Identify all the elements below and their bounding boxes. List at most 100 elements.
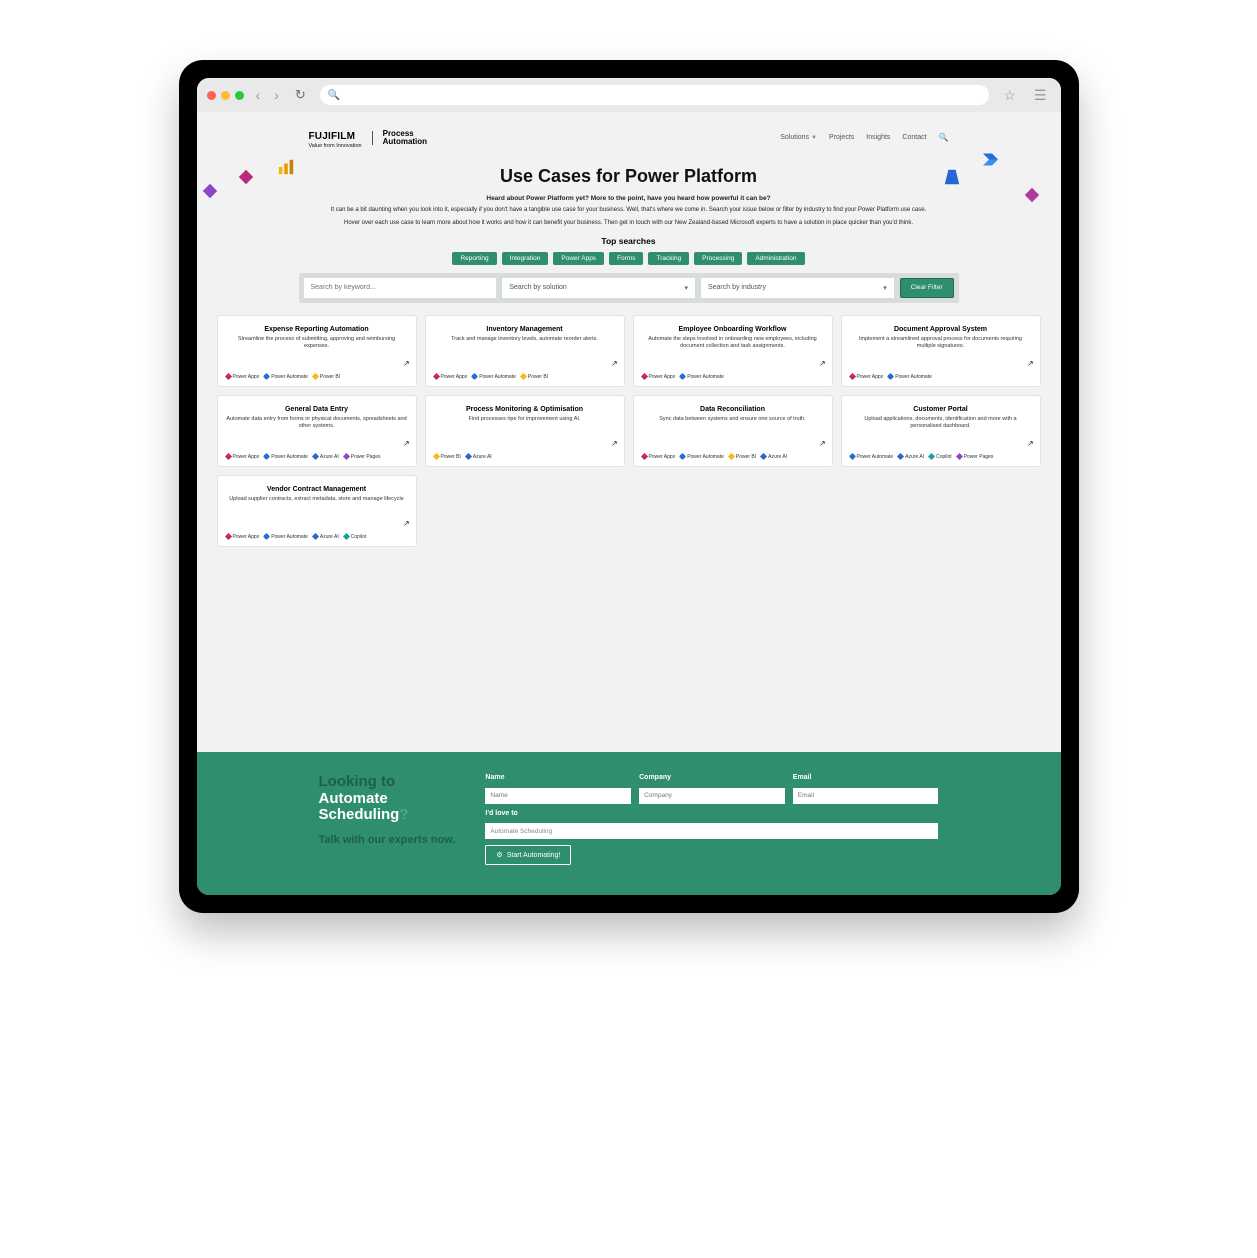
- co-icon: [343, 533, 350, 540]
- usecase-card[interactable]: Vendor Contract ManagementUpload supplie…: [217, 475, 417, 547]
- tag-pa: Power Apps: [850, 374, 884, 380]
- card-desc: Find processes ripe for improvement usin…: [434, 416, 616, 423]
- pa-icon: [848, 373, 855, 380]
- window-controls[interactable]: [207, 91, 244, 100]
- clear-filter-button[interactable]: Clear Filter: [900, 278, 954, 298]
- card-desc: Upload supplier contracts, extract metad…: [226, 496, 408, 503]
- hero-p1: It can be a bit daunting when you look i…: [309, 206, 949, 215]
- azure-float-icon: [943, 168, 961, 186]
- chip-power-apps[interactable]: Power Apps: [553, 252, 604, 265]
- email-label: Email: [793, 774, 939, 781]
- usecase-card[interactable]: Employee Onboarding WorkflowAutomate the…: [633, 315, 833, 387]
- card-tags: Power AppsPower Automate: [642, 374, 824, 380]
- tag-pa: Power Apps: [642, 454, 676, 460]
- chip-integration[interactable]: Integration: [502, 252, 549, 265]
- usecase-card[interactable]: Data ReconciliationSync data between sys…: [633, 395, 833, 467]
- au-icon: [263, 373, 270, 380]
- tag-bi: Power BI: [313, 374, 340, 380]
- tag-az: Azure AI: [898, 454, 924, 460]
- brand-main: FUJIFILM: [309, 131, 356, 142]
- cursor-icon: ↖: [1027, 359, 1034, 368]
- back-button[interactable]: ‹: [254, 87, 263, 103]
- cursor-icon: ↖: [611, 439, 618, 448]
- pa-icon: [640, 373, 647, 380]
- close-dot-icon[interactable]: [207, 91, 216, 100]
- chevron-down-icon: ▾: [883, 284, 887, 292]
- cta-section: Looking to Automate Scheduling? Talk wit…: [197, 752, 1061, 895]
- screen: ‹ › ↻ 🔍 ☆ ☰ FUJIFILM Value f: [197, 78, 1061, 895]
- forward-button[interactable]: ›: [272, 87, 281, 103]
- az-icon: [312, 533, 319, 540]
- brand-divider: [372, 131, 373, 145]
- usecase-card[interactable]: Inventory ManagementTrack and manage inv…: [425, 315, 625, 387]
- maximize-dot-icon[interactable]: [235, 91, 244, 100]
- chip-processing[interactable]: Processing: [694, 252, 742, 265]
- bi-icon: [312, 373, 319, 380]
- nav-search-icon[interactable]: 🔍: [939, 133, 949, 142]
- minimize-dot-icon[interactable]: [221, 91, 230, 100]
- reload-button[interactable]: ↻: [291, 87, 310, 103]
- card-title: Inventory Management: [434, 326, 616, 333]
- chip-tracking[interactable]: Tracking: [648, 252, 689, 265]
- usecase-card[interactable]: Document Approval SystemImplement a stre…: [841, 315, 1041, 387]
- tag-au: Power Automate: [888, 374, 932, 380]
- chip-reporting[interactable]: Reporting: [452, 252, 496, 265]
- start-automating-button[interactable]: ⚙ Start Automating!: [485, 845, 571, 865]
- nav-contact[interactable]: Contact: [902, 134, 926, 141]
- tag-pa: Power Apps: [226, 374, 260, 380]
- tag-az: Azure AI: [466, 454, 492, 460]
- solution-select[interactable]: Search by solution ▾: [502, 278, 695, 298]
- power-automate-float-icon: [983, 152, 1001, 170]
- page-title: Use Cases for Power Platform: [309, 166, 949, 187]
- chip-forms[interactable]: Forms: [609, 252, 643, 265]
- card-tags: Power AppsPower AutomatePower BI: [434, 374, 616, 380]
- hamburger-icon[interactable]: ☰: [1030, 87, 1051, 104]
- pa-icon: [432, 373, 439, 380]
- co-icon: [928, 453, 935, 460]
- cursor-icon: ↖: [403, 359, 410, 368]
- tag-bi: Power BI: [434, 454, 461, 460]
- card-title: Expense Reporting Automation: [226, 326, 408, 333]
- chip-administration[interactable]: Administration: [747, 252, 804, 265]
- tag-co: Copilot: [929, 454, 952, 460]
- usecase-card[interactable]: Expense Reporting AutomationStreamline t…: [217, 315, 417, 387]
- nav-projects[interactable]: Projects: [829, 134, 854, 141]
- bi-icon: [728, 453, 735, 460]
- tag-au: Power Automate: [264, 454, 308, 460]
- az-icon: [897, 453, 904, 460]
- top-search-chips: Reporting Integration Power Apps Forms Track…: [309, 252, 949, 265]
- card-tags: Power AppsPower AutomateAzure AIPower Pa…: [226, 454, 408, 460]
- usecase-card[interactable]: Customer PortalUpload applications, docu…: [841, 395, 1041, 467]
- power-apps-float-icon: [237, 168, 255, 186]
- cursor-icon: ↖: [403, 519, 410, 528]
- card-tags: Power AppsPower AutomatePower BIAzure AI: [642, 454, 824, 460]
- usecase-card[interactable]: General Data EntryAutomate data entry fr…: [217, 395, 417, 467]
- star-icon[interactable]: ☆: [999, 87, 1020, 104]
- industry-select[interactable]: Search by industry ▾: [701, 278, 894, 298]
- address-bar[interactable]: 🔍: [320, 85, 990, 105]
- device-frame: ‹ › ↻ 🔍 ☆ ☰ FUJIFILM Value f: [179, 60, 1079, 913]
- nav-insights[interactable]: Insights: [866, 134, 890, 141]
- pa-icon: [224, 373, 231, 380]
- au-icon: [263, 533, 270, 540]
- brand-tagline: Value from Innovation: [309, 144, 362, 150]
- card-title: Customer Portal: [850, 406, 1032, 413]
- love-input[interactable]: [485, 823, 938, 839]
- company-input[interactable]: [639, 788, 785, 804]
- usecase-card[interactable]: Process Monitoring & OptimisationFind pr…: [425, 395, 625, 467]
- hero-lead: Heard about Power Platform yet? More to …: [309, 195, 949, 202]
- cursor-icon: ↖: [1027, 439, 1034, 448]
- browser-chrome: ‹ › ↻ 🔍 ☆ ☰: [197, 78, 1061, 112]
- site-nav: FUJIFILM Value from Innovation Process A…: [309, 122, 949, 154]
- top-searches-heading: Top searches: [309, 236, 949, 246]
- hero: Use Cases for Power Platform Heard about…: [309, 166, 949, 265]
- keyword-input[interactable]: [304, 278, 497, 298]
- name-input[interactable]: [485, 788, 631, 804]
- email-input[interactable]: [793, 788, 939, 804]
- pa-icon: [640, 453, 647, 460]
- tag-bi: Power BI: [521, 374, 548, 380]
- brand[interactable]: FUJIFILM Value from Innovation Process A…: [309, 126, 428, 150]
- nav-solutions[interactable]: Solutions▼: [780, 134, 817, 141]
- card-desc: Automate data entry from forms or physic…: [226, 416, 408, 430]
- az-icon: [312, 453, 319, 460]
